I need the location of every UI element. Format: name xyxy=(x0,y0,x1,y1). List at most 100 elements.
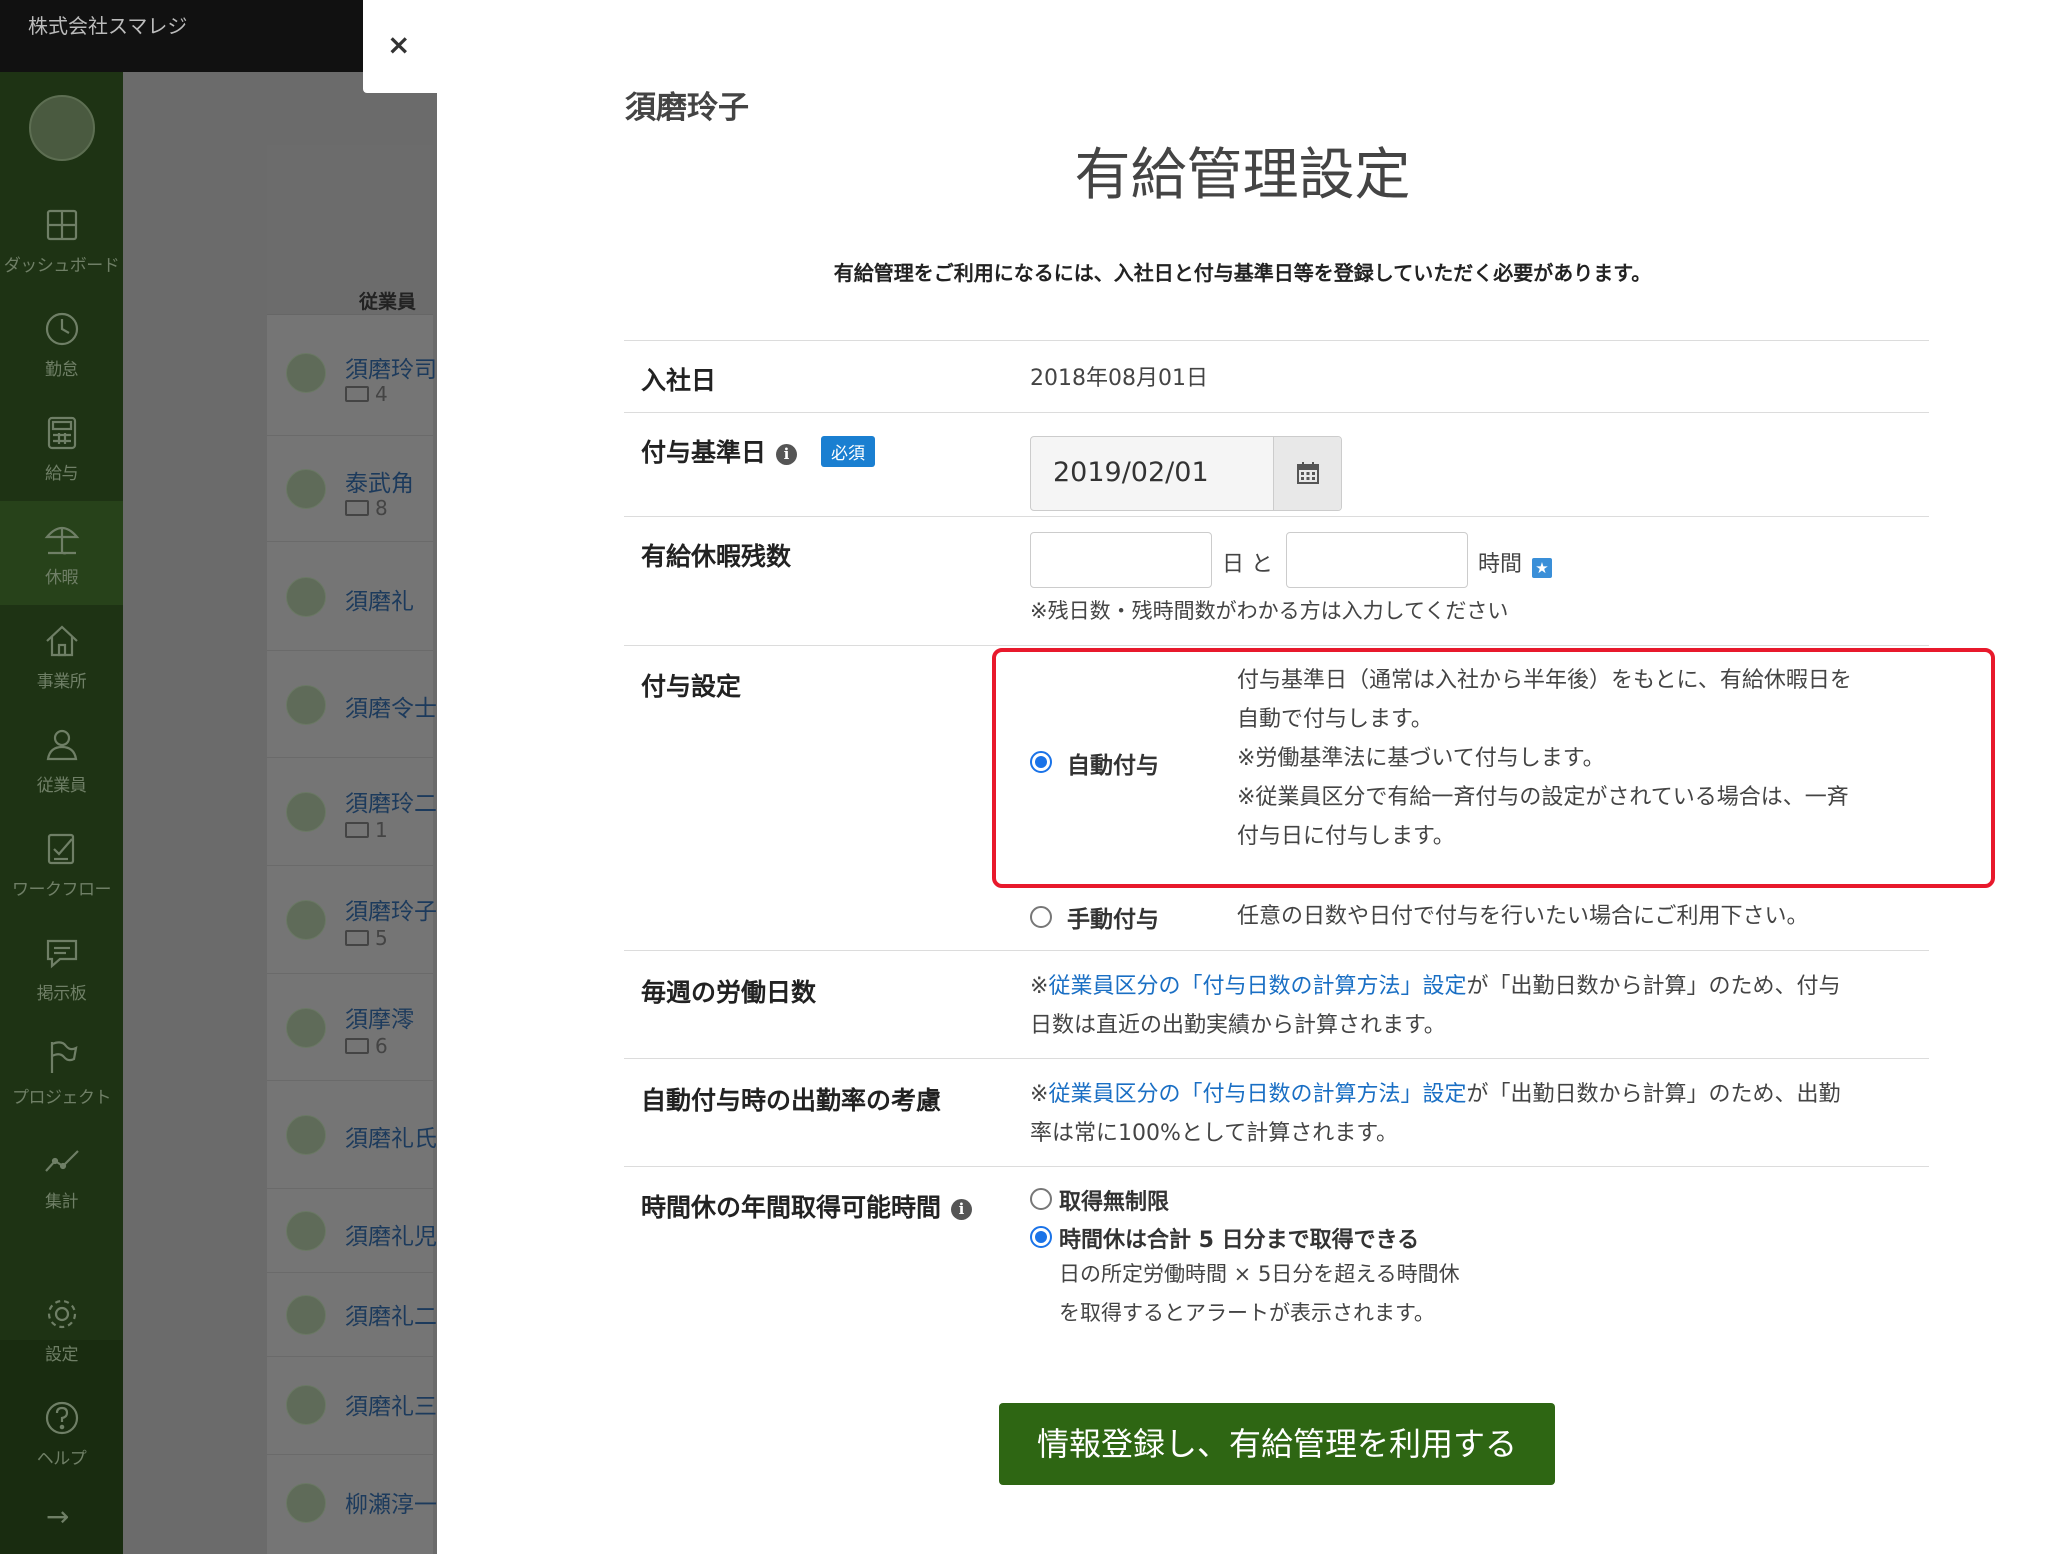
employee-list-header: 従業員 xyxy=(267,145,433,315)
sidebar-item-employees[interactable]: 従業員 xyxy=(0,709,123,813)
calc-method-setting-link[interactable]: 従業員区分の「付与日数の計算方法」設定 xyxy=(1048,1082,1466,1107)
sidebar-item-board[interactable]: 掲示板 xyxy=(0,917,123,1021)
dashboard-icon xyxy=(42,205,82,245)
id-card-icon xyxy=(345,1038,369,1054)
clock-icon xyxy=(42,309,82,349)
sidebar-item-label: 休暇 xyxy=(45,568,79,588)
required-badge: 必須 xyxy=(821,436,876,467)
register-and-use-button[interactable]: 情報登録し、有給管理を利用する xyxy=(999,1403,1555,1485)
sidebar-item-label: 給与 xyxy=(45,464,79,484)
paid-leave-settings-panel: 須磨玲子 有給管理設定 有給管理をご利用になるには、入社日と付与基準日等を登録し… xyxy=(437,0,2048,1554)
remaining-hint: ※残日数・残時間数がわかる方は入力してください xyxy=(1030,599,1509,623)
close-icon[interactable]: × xyxy=(387,28,410,61)
table-row[interactable]: 須磨礼児 xyxy=(267,1189,437,1273)
sidebar-item-help[interactable]: ヘルプ xyxy=(0,1382,123,1486)
grant-base-date-input[interactable]: 2019/02/01 xyxy=(1030,436,1342,511)
divider xyxy=(624,516,1929,517)
employee-name-link[interactable]: 泰武角 xyxy=(345,464,414,498)
avatar xyxy=(286,577,326,617)
avatar xyxy=(286,353,326,393)
desc-line: 自動で付与します。 xyxy=(1237,707,1433,732)
sidebar-item-leave[interactable]: 休暇 xyxy=(0,501,123,605)
note-prefix: ※ xyxy=(1030,1082,1049,1107)
sidebar-item-label: 設定 xyxy=(45,1345,79,1365)
table-row[interactable]: 須磨玲子 5 xyxy=(267,866,437,974)
sidebar-item-attendance[interactable]: 勤怠 xyxy=(0,293,123,397)
employee-name-link[interactable]: 須磨礼三 xyxy=(345,1387,437,1421)
table-row[interactable]: 柳瀬淳一 xyxy=(267,1455,437,1554)
employee-name-link[interactable]: 須磨礼児 xyxy=(345,1217,437,1251)
remaining-days-input[interactable] xyxy=(1030,532,1212,588)
hourly-unlimited-label[interactable]: 取得無制限 xyxy=(1059,1184,1169,1216)
sidebar-item-dashboard[interactable]: ダッシュボード xyxy=(0,189,123,293)
employee-name-link[interactable]: 須磨玲子 xyxy=(345,892,437,926)
sidebar-item-office[interactable]: 事業所 xyxy=(0,605,123,709)
info-icon[interactable]: i xyxy=(951,1199,973,1220)
notice-text: 有給管理をご利用になるには、入社日と付与基準日等を登録していただく必要があります… xyxy=(833,261,1652,285)
attendance-rate-label: 自動付与時の出勤率の考慮 xyxy=(641,1086,942,1115)
employee-name-link[interactable]: 柳瀬淳一 xyxy=(345,1485,437,1519)
employee-name-link[interactable]: 須磨玲二 xyxy=(345,784,437,818)
expand-arrow-icon[interactable]: → xyxy=(46,1500,69,1533)
hourly-limited-label[interactable]: 時間休は合計 5 日分まで取得できる xyxy=(1059,1222,1419,1254)
user-avatar[interactable] xyxy=(29,95,95,161)
table-row[interactable]: 須磨礼氏 xyxy=(267,1081,437,1189)
id-card-icon xyxy=(345,822,369,838)
table-row[interactable]: 泰武角 8 xyxy=(267,436,433,542)
gear-icon xyxy=(42,1294,82,1334)
count-value: 8 xyxy=(375,496,388,520)
home-icon xyxy=(42,621,82,661)
sidebar-item-settings[interactable]: 設定 xyxy=(0,1278,123,1382)
employee-name-heading: 須磨玲子 xyxy=(625,90,749,126)
hourly-unlimited-radio[interactable] xyxy=(1030,1188,1052,1210)
employee-name-link[interactable]: 須磨令士 xyxy=(345,689,437,723)
note-suffix: が「出勤日数から計算」のため、出勤 xyxy=(1466,1082,1841,1107)
avatar xyxy=(286,685,326,725)
calendar-icon xyxy=(1297,462,1319,484)
calendar-button[interactable] xyxy=(1273,437,1341,510)
auto-grant-label[interactable]: 自動付与 xyxy=(1067,746,1159,780)
count-value: 4 xyxy=(375,382,388,406)
grant-base-date-label-text: 付与基準日 xyxy=(641,438,767,467)
table-row[interactable]: 須磨令士 xyxy=(267,651,437,758)
note-suffix: が「出勤日数から計算」のため、付与 xyxy=(1466,974,1841,999)
table-row[interactable]: 須摩澪 6 xyxy=(267,974,433,1081)
table-row[interactable]: 須磨礼二 xyxy=(267,1273,437,1357)
sidebar-item-reports[interactable]: 集計 xyxy=(0,1125,123,1229)
desc-line: を取得するとアラートが表示されます。 xyxy=(1059,1301,1435,1325)
count-value: 5 xyxy=(375,926,388,950)
calc-method-setting-link[interactable]: 従業員区分の「付与日数の計算方法」設定 xyxy=(1048,974,1466,999)
manual-grant-label[interactable]: 手動付与 xyxy=(1067,900,1159,934)
info-icon[interactable]: i xyxy=(776,444,798,465)
table-row[interactable]: 須磨礼三 xyxy=(267,1357,437,1455)
table-row[interactable]: 須磨礼 xyxy=(267,542,433,651)
sidebar-item-label: ヘルプ xyxy=(36,1449,87,1469)
sidebar-item-project[interactable]: プロジェクト xyxy=(0,1021,123,1125)
employee-name-link[interactable]: 須摩澪 xyxy=(345,1000,414,1034)
star-icon[interactable]: ★ xyxy=(1532,558,1553,578)
table-row[interactable]: 須磨玲二 1 xyxy=(267,758,437,866)
sidebar-item-label: 事業所 xyxy=(36,672,87,692)
employee-name-link[interactable]: 須磨玲司 xyxy=(345,350,437,384)
divider xyxy=(624,645,1929,646)
employee-name-link[interactable]: 須磨礼二 xyxy=(345,1297,437,1331)
auto-grant-description: 付与基準日（通常は入社から半年後）をもとに、有給休暇日を 自動で付与します。 ※… xyxy=(1237,661,1852,856)
table-row[interactable]: 須磨玲司 4 xyxy=(267,316,437,436)
chart-icon xyxy=(42,1141,82,1181)
sidebar-item-payroll[interactable]: 給与 xyxy=(0,397,123,501)
employee-name-link[interactable]: 須磨礼氏 xyxy=(345,1119,437,1153)
grant-base-date-value[interactable]: 2019/02/01 xyxy=(1053,457,1209,488)
id-card-count: 1 xyxy=(345,818,388,842)
divider xyxy=(624,1166,1929,1167)
person-icon xyxy=(42,725,82,765)
manual-grant-radio[interactable] xyxy=(1030,906,1052,928)
employee-name-link[interactable]: 須磨礼 xyxy=(345,582,414,616)
sidebar-item-workflow[interactable]: ワークフロー xyxy=(0,813,123,917)
desc-line: 付与日に付与します。 xyxy=(1237,824,1455,849)
hourly-limited-radio[interactable] xyxy=(1030,1226,1052,1248)
auto-grant-radio[interactable] xyxy=(1030,751,1052,773)
remaining-hours-input[interactable] xyxy=(1286,532,1468,588)
grant-base-date-label: 付与基準日 i 必須 xyxy=(641,433,876,469)
desc-line: 日の所定労働時間 × 5日分を超える時間休 xyxy=(1059,1262,1460,1286)
close-modal-button[interactable]: × xyxy=(363,0,437,93)
